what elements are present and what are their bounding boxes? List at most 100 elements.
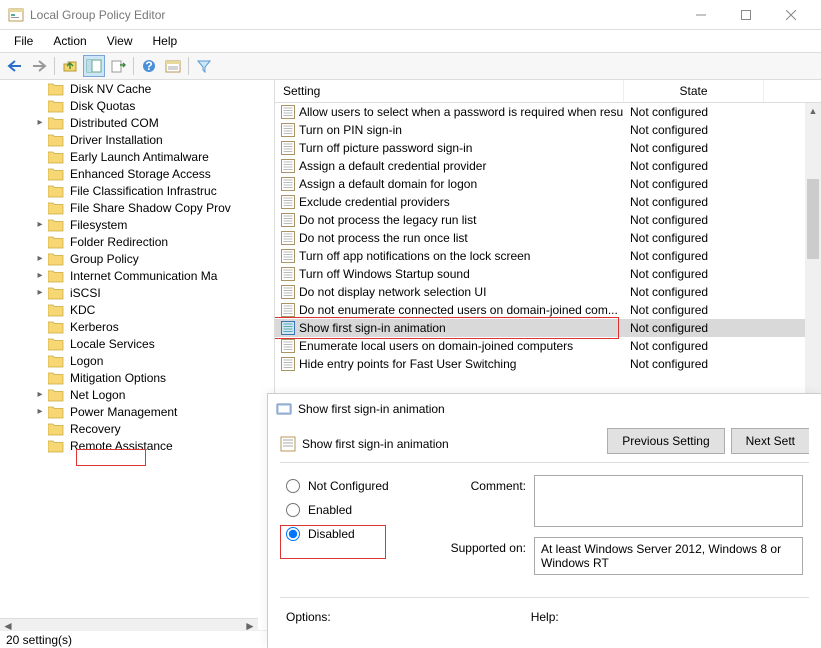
menu-help[interactable]: Help: [143, 32, 188, 50]
expander-icon[interactable]: ▸: [34, 253, 46, 264]
tree-item[interactable]: Recovery: [0, 420, 258, 437]
dialog-titlebar[interactable]: Show first sign-in animation: [268, 394, 821, 424]
forward-button[interactable]: [28, 55, 50, 77]
tree-item[interactable]: Remote Assistance: [0, 437, 258, 454]
back-button[interactable]: [4, 55, 26, 77]
dialog-app-icon: [276, 401, 292, 417]
folder-icon: [48, 422, 64, 436]
policy-icon: [281, 339, 295, 353]
tree-item-label: Locale Services: [68, 337, 157, 351]
tree-item[interactable]: Locale Services: [0, 335, 258, 352]
list-row[interactable]: Assign a default credential providerNot …: [275, 157, 821, 175]
tree-item[interactable]: Early Launch Antimalware: [0, 148, 258, 165]
list-row[interactable]: Allow users to select when a password is…: [275, 103, 821, 121]
radio-disabled[interactable]: Disabled: [286, 527, 416, 541]
tree-item[interactable]: Folder Redirection: [0, 233, 258, 250]
scroll-up-arrow[interactable]: ▲: [805, 103, 821, 119]
list-row[interactable]: Do not process the legacy run listNot co…: [275, 211, 821, 229]
titlebar: Local Group Policy Editor: [0, 0, 821, 30]
list-row[interactable]: Enumerate local users on domain-joined c…: [275, 337, 821, 355]
setting-name: Enumerate local users on domain-joined c…: [299, 339, 573, 353]
policy-icon: [281, 177, 295, 191]
policy-icon: [281, 105, 295, 119]
expander-icon[interactable]: ▸: [34, 270, 46, 281]
tree-item[interactable]: File Share Shadow Copy Prov: [0, 199, 258, 216]
setting-state: Not configured: [624, 177, 764, 191]
tree-item[interactable]: ▸Filesystem: [0, 216, 258, 233]
list-row[interactable]: Turn off app notifications on the lock s…: [275, 247, 821, 265]
tree-item-label: iSCSI: [68, 286, 103, 300]
menubar: File Action View Help: [0, 30, 821, 52]
expander-icon[interactable]: ▸: [34, 117, 46, 128]
minimize-button[interactable]: [678, 1, 723, 29]
previous-setting-button[interactable]: Previous Setting: [607, 428, 724, 454]
properties-button[interactable]: [162, 55, 184, 77]
toolbar: ?: [0, 52, 821, 80]
setting-state: Not configured: [624, 141, 764, 155]
tree-item[interactable]: ▸ Power Management: [0, 403, 258, 420]
tree-item-label: Remote Assistance: [68, 439, 175, 453]
list-row[interactable]: Do not enumerate connected users on doma…: [275, 301, 821, 319]
tree-item[interactable]: Logon: [0, 352, 258, 369]
setting-name: Allow users to select when a password is…: [299, 105, 624, 119]
policy-icon: [281, 357, 295, 371]
expander-icon[interactable]: ▸: [34, 287, 46, 298]
expander-icon[interactable]: ▸: [34, 406, 46, 417]
tree-item-label: Power Management: [68, 405, 179, 419]
help-button[interactable]: ?: [138, 55, 160, 77]
policy-icon: [281, 195, 295, 209]
setting-state: Not configured: [624, 249, 764, 263]
next-setting-button[interactable]: Next Sett: [731, 428, 809, 454]
tree-item[interactable]: Mitigation Options: [0, 369, 258, 386]
menu-action[interactable]: Action: [43, 32, 96, 50]
tree-item[interactable]: ▸Group Policy: [0, 250, 258, 267]
list-row[interactable]: Hide entry points for Fast User Switchin…: [275, 355, 821, 373]
maximize-button[interactable]: [723, 1, 768, 29]
tree-item[interactable]: Driver Installation: [0, 131, 258, 148]
expander-icon[interactable]: ▸: [34, 219, 46, 230]
filter-button[interactable]: [193, 55, 215, 77]
folder-icon: [48, 405, 64, 419]
tree-item[interactable]: Kerberos: [0, 318, 258, 335]
status-bar: 20 setting(s): [0, 630, 274, 648]
tree-item[interactable]: ▸ iSCSI: [0, 284, 258, 301]
close-button[interactable]: [768, 1, 813, 29]
folder-icon: [48, 439, 64, 453]
folder-icon: [48, 184, 64, 198]
tree-item-label: Net Logon: [68, 388, 127, 402]
tree-item[interactable]: Disk NV Cache: [0, 80, 258, 97]
list-row[interactable]: Assign a default domain for logonNot con…: [275, 175, 821, 193]
tree-item[interactable]: File Classification Infrastruc: [0, 182, 258, 199]
list-header[interactable]: Setting State: [275, 80, 821, 103]
list-row[interactable]: Turn on PIN sign-inNot configured: [275, 121, 821, 139]
list-row[interactable]: Do not process the run once listNot conf…: [275, 229, 821, 247]
column-setting[interactable]: Setting: [275, 80, 624, 102]
column-state[interactable]: State: [624, 80, 764, 102]
dialog-nav-buttons: Previous Setting Next Sett: [595, 424, 821, 462]
tree-item[interactable]: ▸Distributed COM: [0, 114, 258, 131]
radio-not-configured[interactable]: Not Configured: [286, 479, 416, 493]
folder-icon: [48, 320, 64, 334]
tree-item[interactable]: Disk Quotas: [0, 97, 258, 114]
tree-item[interactable]: ▸Internet Communication Ma: [0, 267, 258, 284]
tree-item-label: Driver Installation: [68, 133, 165, 147]
show-hide-tree-button[interactable]: [83, 55, 105, 77]
list-row[interactable]: Turn off picture password sign-inNot con…: [275, 139, 821, 157]
menu-view[interactable]: View: [97, 32, 143, 50]
export-button[interactable]: [107, 55, 129, 77]
expander-icon[interactable]: ▸: [34, 389, 46, 400]
dialog-heading: Show first sign-in animation: [268, 428, 595, 458]
tree-scroll[interactable]: Disk NV CacheDisk Quotas▸Distributed COM…: [0, 80, 258, 618]
tree-item[interactable]: ▸ Net Logon: [0, 386, 258, 403]
up-button[interactable]: [59, 55, 81, 77]
comment-textbox[interactable]: [534, 475, 803, 527]
tree-item[interactable]: KDC: [0, 301, 258, 318]
list-row[interactable]: Turn off Windows Startup soundNot config…: [275, 265, 821, 283]
radio-enabled[interactable]: Enabled: [286, 503, 416, 517]
list-row[interactable]: Exclude credential providersNot configur…: [275, 193, 821, 211]
menu-file[interactable]: File: [4, 32, 43, 50]
setting-state: Not configured: [624, 267, 764, 281]
tree-item[interactable]: Enhanced Storage Access: [0, 165, 258, 182]
list-row[interactable]: Do not display network selection UINot c…: [275, 283, 821, 301]
list-row[interactable]: Show first sign-in animationNot configur…: [275, 319, 821, 337]
